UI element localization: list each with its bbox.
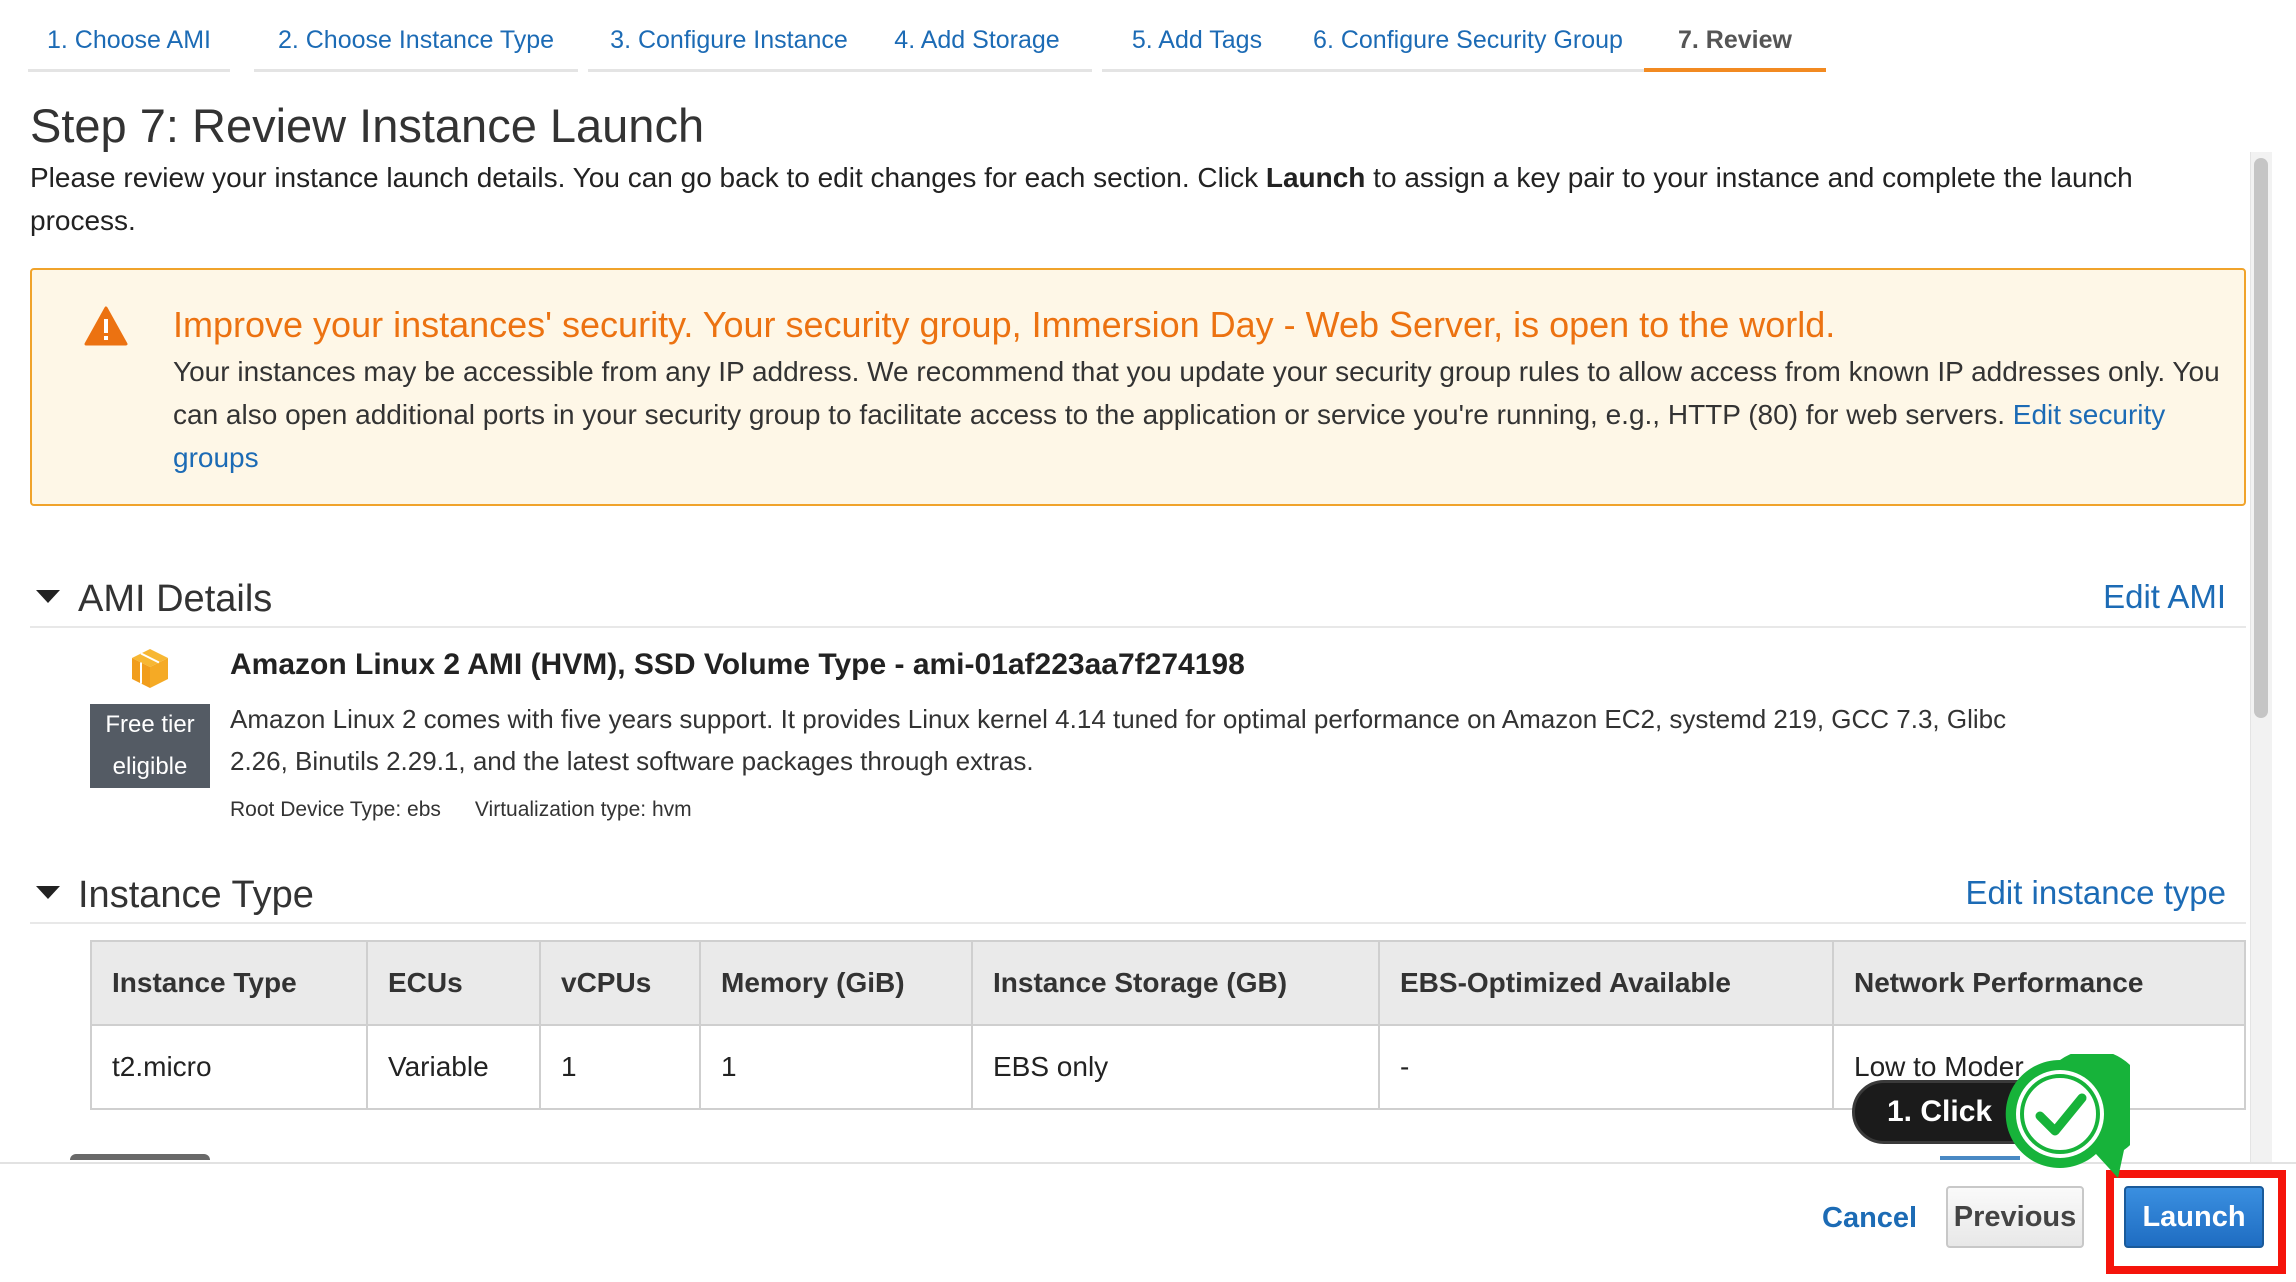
table-cell: 1 [539, 1024, 701, 1110]
review-details-scroll-area[interactable]: AMI Details Edit AMI Free tier eligible … [0, 520, 2250, 1162]
warning-body: Your instances may be accessible from an… [173, 350, 2223, 479]
vertical-scrollbar[interactable] [2250, 152, 2272, 1162]
wizard-footer: Cancel Previous Launch [0, 1162, 2296, 1282]
checkmark-icon [2005, 1054, 2130, 1178]
tab-add-tags[interactable]: 5. Add Tags [1102, 18, 1292, 72]
ami-description: Amazon Linux 2 comes with five years sup… [230, 704, 2007, 776]
collapse-ami-details-caret-icon[interactable] [36, 590, 60, 603]
table-cell: t2.micro [90, 1024, 368, 1110]
security-warning-box: Improve your instances' security. Your s… [30, 268, 2246, 506]
launch-button[interactable]: Launch [2124, 1186, 2264, 1248]
warning-triangle-icon [84, 306, 128, 346]
ami-details-header: AMI Details Edit AMI [30, 572, 2246, 628]
table-cell: - [1378, 1024, 1834, 1110]
free-tier-badge: Free tier eligible [90, 704, 210, 788]
next-section-title-clipped [70, 1154, 210, 1162]
page-intro: Please review your instance launch detai… [30, 156, 2200, 242]
instance-type-header: Instance Type Edit instance type [30, 868, 2246, 924]
cancel-button[interactable]: Cancel [1822, 1202, 1917, 1235]
root-device-type: Root Device Type: ebs [230, 798, 441, 821]
ami-details-title: AMI Details [78, 578, 273, 620]
warning-line-1: Your instances may be accessible from an… [173, 356, 2166, 387]
column-header: ECUs [366, 940, 541, 1026]
tab-configure-security-group[interactable]: 6. Configure Security Group [1284, 18, 1652, 72]
free-tier-line-1: Free tier [105, 711, 195, 738]
table-header-row: Instance Type ECUs vCPUs Memory (GiB) In… [90, 940, 2246, 1026]
warning-title: Improve your instances' security. Your s… [173, 304, 1836, 345]
tab-review[interactable]: 7. Review [1644, 18, 1826, 72]
table-cell: EBS only [971, 1024, 1380, 1110]
column-header: Memory (GiB) [699, 940, 973, 1026]
tab-choose-ami[interactable]: 1. Choose AMI [28, 18, 230, 72]
tab-add-storage[interactable]: 4. Add Storage [862, 18, 1092, 72]
column-header: Network Performance [1832, 940, 2246, 1026]
table-cell: Variable [366, 1024, 541, 1110]
intro-launch-bold: Launch [1265, 162, 1366, 193]
instance-type-title: Instance Type [78, 874, 314, 916]
virtualization-type: Virtualization type: hvm [474, 798, 692, 821]
edit-ami-link[interactable]: Edit AMI [2103, 578, 2226, 616]
collapse-instance-type-caret-icon[interactable] [36, 886, 60, 899]
intro-text-before: Please review your instance launch detai… [30, 162, 1266, 193]
column-header: EBS-Optimized Available [1378, 940, 1834, 1026]
column-header: Instance Type [90, 940, 368, 1026]
page-title: Step 7: Review Instance Launch [30, 99, 705, 152]
tab-choose-instance-type[interactable]: 2. Choose Instance Type [254, 18, 578, 72]
edit-instance-type-link[interactable]: Edit instance type [1966, 874, 2227, 912]
column-header: Instance Storage (GB) [971, 940, 1380, 1026]
ami-name: Amazon Linux 2 AMI (HVM), SSD Volume Typ… [230, 648, 1245, 681]
table-cell: 1 [699, 1024, 973, 1110]
free-tier-line-2: eligible [112, 753, 188, 780]
previous-button[interactable]: Previous [1946, 1186, 2084, 1248]
ami-meta: Root Device Type: ebs Virtualization type… [230, 798, 692, 822]
ami-cube-icon [132, 649, 168, 688]
scrollbar-thumb[interactable] [2254, 158, 2268, 718]
tab-configure-instance[interactable]: 3. Configure Instance [588, 18, 870, 72]
column-header: vCPUs [539, 940, 701, 1026]
